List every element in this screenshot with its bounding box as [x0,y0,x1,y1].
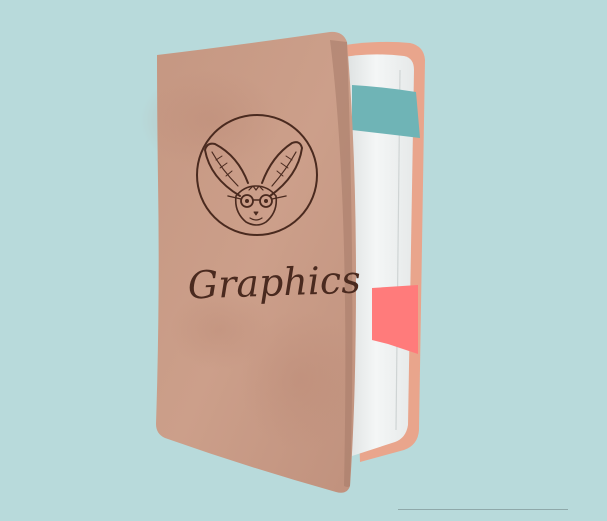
cover-title: Graphics [187,257,361,307]
teal-bookmark [352,85,420,138]
scene: Graphics [0,0,607,517]
notebook-illustration: Graphics [140,31,425,493]
ground-line [398,509,568,510]
